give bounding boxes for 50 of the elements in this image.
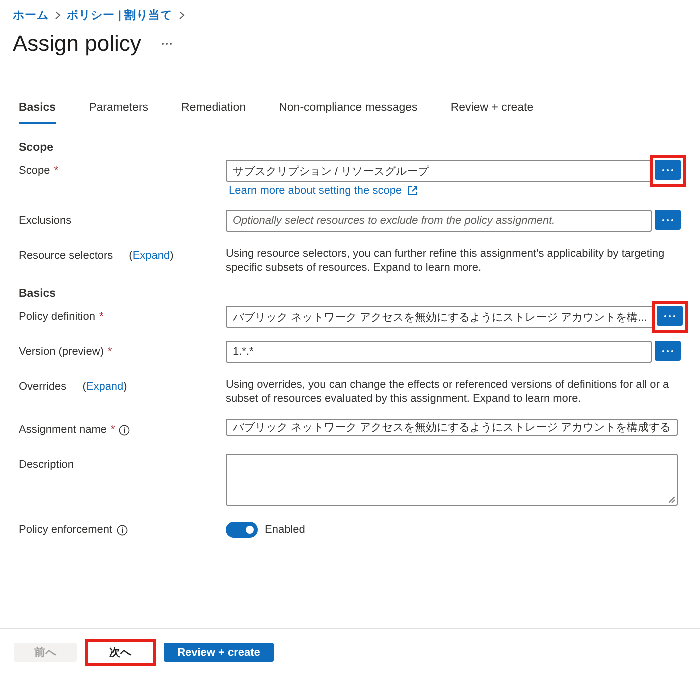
tab[interactable]: Review + create bbox=[450, 98, 534, 124]
ellipsis-icon bbox=[662, 350, 674, 352]
expand-link[interactable]: (Expand) bbox=[82, 381, 128, 393]
input-field[interactable]: パブリック ネットワーク アクセスを無効にするようにストレージ アカウントを構... bbox=[226, 306, 654, 328]
field-label: Assignment name bbox=[19, 424, 108, 436]
more-icon[interactable] bbox=[161, 42, 174, 46]
expand-link[interactable]: (Expand) bbox=[129, 250, 174, 262]
required-mark: * bbox=[99, 311, 104, 323]
section-heading: Scope bbox=[19, 142, 55, 154]
input-field[interactable]: Optionally select resources to exclude from the policy assignment. bbox=[226, 210, 652, 232]
chevron-icon bbox=[178, 10, 185, 20]
required-mark: * bbox=[111, 424, 116, 436]
external-link-icon bbox=[408, 186, 418, 196]
breadcrumb-link[interactable]: ホーム bbox=[13, 8, 49, 22]
ellipsis-icon bbox=[662, 168, 674, 172]
required-mark: * bbox=[54, 165, 58, 177]
browse-button[interactable] bbox=[657, 306, 684, 326]
description-text: Using resource selectors, you can further refine this assignment's applicability by targeting specific subsets of resources. Expand to learn more. bbox=[226, 247, 666, 275]
input-field[interactable]: 1.*.* bbox=[226, 341, 652, 363]
browse-button[interactable] bbox=[655, 341, 681, 361]
learn-more-link[interactable]: Learn more about setting the scope bbox=[229, 185, 402, 197]
tab[interactable]: Parameters bbox=[89, 98, 149, 124]
input-field[interactable]: サブスクリプション / リソースグループ bbox=[226, 160, 652, 182]
browse-button[interactable] bbox=[655, 160, 681, 180]
field-label: Overrides bbox=[19, 381, 67, 393]
field-label: Policy definition bbox=[19, 311, 96, 323]
section-heading: Basics bbox=[19, 288, 58, 300]
description-text: Using overrides, you can change the effects or referenced versions of definitions for all or a subset of resources evaluated by this assignment. Expand to learn more. bbox=[226, 378, 670, 406]
description-field[interactable] bbox=[226, 454, 678, 506]
toggle-label: Enabled bbox=[265, 524, 306, 536]
field-label: Policy enforcement bbox=[19, 524, 113, 536]
field-label: Resource selectors bbox=[19, 250, 114, 262]
ellipsis-icon bbox=[664, 314, 676, 318]
review-create-button[interactable]: Review + create bbox=[164, 643, 274, 662]
field-label: Exclusions bbox=[19, 215, 72, 227]
required-mark: * bbox=[108, 346, 112, 358]
chevron-icon bbox=[55, 10, 61, 20]
tab[interactable]: Remediation bbox=[182, 98, 246, 124]
toggle-switch[interactable] bbox=[226, 522, 258, 538]
tab[interactable]: Basics bbox=[19, 98, 56, 124]
field-label: Scope bbox=[19, 165, 50, 177]
browse-button[interactable] bbox=[655, 210, 681, 230]
page-title: Assign policy bbox=[13, 31, 142, 57]
input-field[interactable]: パブリック ネットワーク アクセスを無効にするようにストレージ アカウントを構成する bbox=[226, 419, 678, 436]
field-label: Version (preview) bbox=[19, 346, 104, 358]
ellipsis-icon bbox=[662, 218, 674, 222]
resize-grip-icon bbox=[669, 497, 675, 503]
field-label: Description bbox=[19, 459, 74, 471]
tab[interactable]: Non-compliance messages bbox=[279, 98, 418, 124]
breadcrumb-link[interactable]: ポリシー | 割り当て bbox=[67, 8, 173, 22]
